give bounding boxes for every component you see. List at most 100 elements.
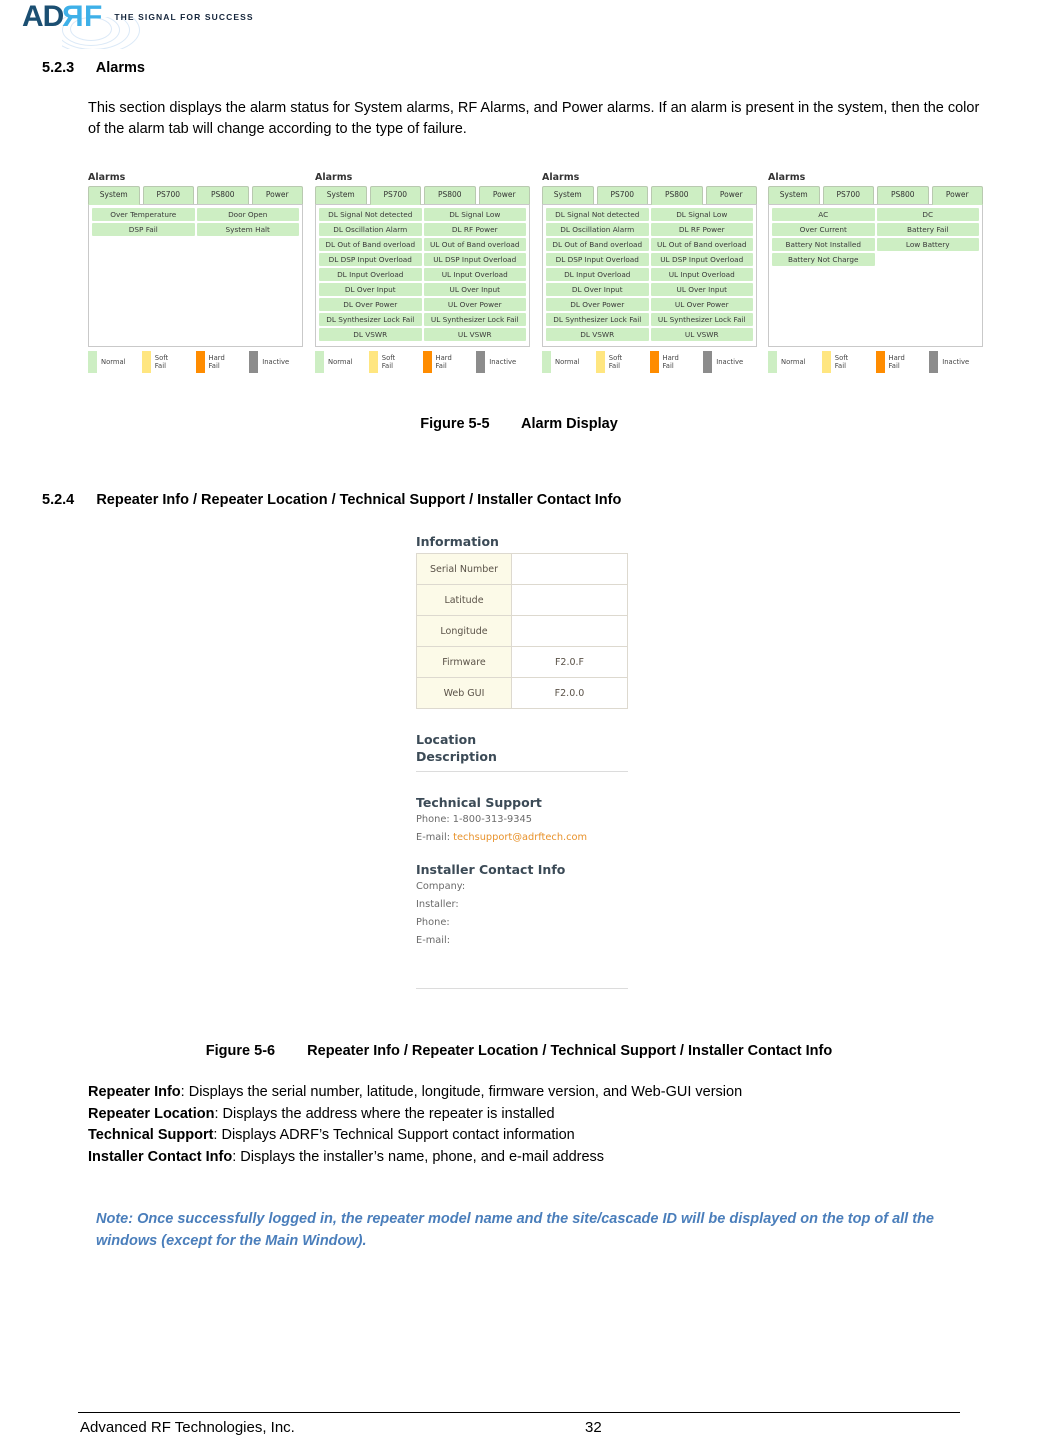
alarm-tab-ps800[interactable]: PS800 (424, 186, 476, 204)
legend-label-hard2: Fail (888, 362, 900, 370)
description-term-repeater-info: Repeater Info (88, 1084, 181, 1100)
alarm-tab-ps700[interactable]: PS700 (142, 186, 194, 204)
technical-support-email-link[interactable]: techsupport@adrftech.com (453, 832, 587, 843)
alarm-cell: Over Temperature (92, 208, 195, 221)
alarm-cell: AC (772, 208, 875, 221)
alarm-cell: DL Input Overload (319, 268, 422, 281)
alarm-row: DL Out of Band overload UL Out of Band ov… (546, 238, 753, 251)
alarm-tab-power[interactable]: Power (478, 186, 530, 204)
location-divider (416, 771, 628, 772)
alarm-cell: UL Over Input (650, 283, 753, 296)
legend-label-normal: Normal (555, 358, 580, 366)
info-value-longitude[interactable] (511, 615, 628, 647)
alarm-tabs: System PS700 PS800 Power (315, 186, 530, 205)
alarm-row: Over Current Battery Fail (772, 223, 979, 236)
alarm-row: DL Over Power UL Over Power (319, 298, 526, 311)
legend-label-hard: Hard (435, 354, 452, 362)
alarm-cell: UL Synthesizer Lock Fail (423, 313, 526, 326)
alarm-cell: Battery Not Installed (772, 238, 875, 251)
alarm-tab-system[interactable]: System (768, 186, 820, 204)
alarm-panel-ps700: Alarms System PS700 PS800 Power DL Signa… (315, 172, 530, 373)
adrf-logo: ADRF THE SIGNAL FOR SUCCESS (22, 0, 254, 33)
alarm-tab-ps800[interactable]: PS800 (197, 186, 249, 204)
note-text: Note: Once successfully logged in, the r… (96, 1211, 934, 1249)
alarm-row: DL Synthesizer Lock Fail UL Synthesizer L… (319, 313, 526, 326)
alarm-tab-system[interactable]: System (315, 186, 367, 204)
table-row: Firmware F2.0.F (416, 646, 628, 678)
list-item: Repeater Location: Displays the address … (88, 1104, 988, 1126)
legend-swatch-normal (88, 351, 97, 373)
alarm-cell: DL RF Power (650, 223, 753, 236)
installer-field-phone: Phone: (416, 917, 450, 928)
alarm-tab-system[interactable]: System (542, 186, 594, 204)
info-value-latitude[interactable] (511, 584, 628, 616)
technical-support-section: Technical Support Phone: 1-800-313-9345 … (416, 794, 628, 847)
alarm-tab-power[interactable]: Power (251, 186, 303, 204)
alarm-cell: DL Over Input (319, 283, 422, 296)
legend-swatch-soft-fail (595, 351, 605, 373)
alarm-legend: Normal Soft Fail Hard Fail Inactive (768, 351, 983, 373)
alarm-cell: UL Input Overload (650, 268, 753, 281)
info-value-serial-number[interactable] (511, 553, 628, 585)
alarm-tabs: System PS700 PS800 Power (768, 186, 983, 205)
alarm-cell: DL VSWR (546, 328, 649, 341)
list-item: Technical Support: Displays ADRF’s Techn… (88, 1125, 988, 1147)
section-heading-523: 5.2.3 Alarms (42, 60, 145, 76)
technical-support-email-row: E-mail: techsupport@adrftech.com (416, 829, 628, 847)
table-row: Serial Number (416, 553, 628, 585)
alarm-row: DL DSP Input Overload UL DSP Input Overlo… (319, 253, 526, 266)
alarm-cell: DL VSWR (319, 328, 422, 341)
technical-support-heading: Technical Support (416, 795, 542, 810)
alarm-tab-ps700[interactable]: PS700 (369, 186, 421, 205)
alarm-cell: DL Out of Band overload (319, 238, 422, 251)
info-value-firmware: F2.0.F (511, 646, 628, 678)
alarm-panel-title: Alarms (315, 172, 353, 183)
legend-label-hard: Hard (888, 354, 905, 362)
alarm-tab-power[interactable]: Power (931, 186, 983, 205)
legend-label-normal: Normal (781, 358, 806, 366)
description-text-repeater-location: : Displays the address where the repeate… (214, 1105, 555, 1122)
alarm-tab-ps800[interactable]: PS800 (651, 186, 703, 205)
alarm-tab-ps700[interactable]: PS700 (822, 186, 874, 204)
alarm-cell: DL DSP Input Overload (319, 253, 422, 266)
alarm-row: DL VSWR UL VSWR (546, 328, 753, 341)
alarm-cell: DL Over Power (546, 298, 649, 311)
alarm-cell: DL Oscillation Alarm (319, 223, 422, 236)
legend-label-inactive: Inactive (716, 358, 744, 366)
section-title-523: Alarms (95, 60, 145, 76)
list-item: Installer Contact Info: Displays the ins… (88, 1147, 988, 1169)
legend-swatch-soft-fail (368, 351, 378, 373)
alarm-tab-ps700[interactable]: PS700 (596, 186, 648, 204)
legend-label-normal: Normal (328, 358, 353, 366)
description-list: Repeater Info: Displays the serial numbe… (88, 1082, 988, 1168)
alarm-cell: DL Over Input (546, 283, 649, 296)
installer-field-email: E-mail: (416, 935, 451, 946)
alarm-tab-power[interactable]: Power (705, 186, 757, 204)
alarm-cell: UL Input Overload (423, 268, 526, 281)
footer-divider (78, 1412, 960, 1413)
legend-swatch-soft-fail (821, 351, 831, 373)
logo-text-f: F (84, 0, 102, 33)
alarm-tab-system[interactable]: System (88, 186, 140, 205)
info-label-serial-number: Serial Number (416, 553, 512, 585)
installer-field-company: Company: (416, 881, 466, 892)
alarm-row: DL Oscillation Alarm DL RF Power (319, 223, 526, 236)
alarm-row: AC DC (772, 208, 979, 221)
list-item: Repeater Info: Displays the serial numbe… (88, 1082, 988, 1104)
alarm-cell: UL DSP Input Overload (650, 253, 753, 266)
legend-swatch-hard-fail (195, 351, 205, 373)
legend-swatch-hard-fail (422, 351, 432, 373)
info-label-longitude: Longitude (416, 615, 512, 647)
section-number-523: 5.2.3 (42, 60, 75, 76)
section-523-paragraph: This section displays the alarm status f… (88, 100, 980, 137)
alarm-legend: Normal Soft Fail Hard Fail Inactive (542, 351, 757, 373)
alarm-cell: Low Battery (876, 238, 979, 251)
figure-5-5-title: Alarm Display (521, 416, 618, 432)
alarm-panel-ps800: Alarms System PS700 PS800 Power DL Signa… (542, 172, 757, 373)
alarm-tab-ps800[interactable]: PS800 (877, 186, 929, 204)
alarm-panel-title: Alarms (542, 172, 580, 183)
alarm-cell: DL RF Power (423, 223, 526, 236)
alarm-row: DL Over Power UL Over Power (546, 298, 753, 311)
info-label-firmware: Firmware (416, 646, 512, 678)
section-title-524: Repeater Info / Repeater Location / Tech… (96, 492, 622, 508)
